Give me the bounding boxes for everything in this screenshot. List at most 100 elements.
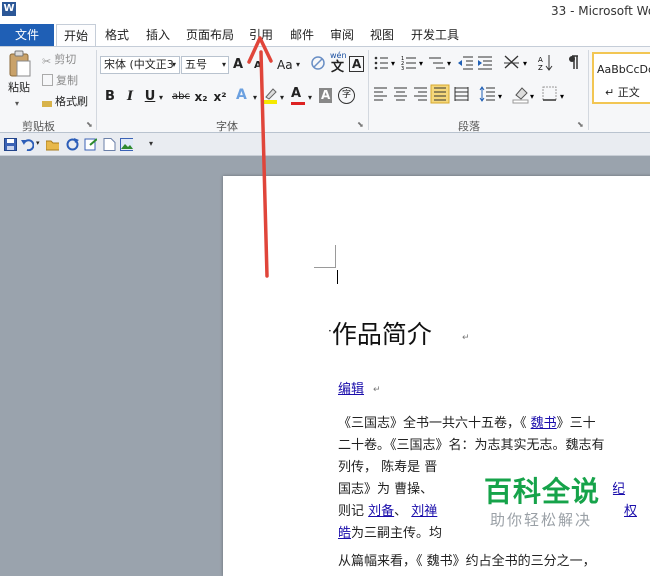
multilevel-dropdown-icon[interactable]: ▾ (447, 59, 451, 68)
text-run-tail[interactable]: 纪 (612, 479, 625, 501)
save-icon[interactable] (4, 138, 17, 151)
margin-crop-mark (335, 245, 336, 267)
enclose-icon: 字 (338, 87, 355, 104)
sort-icon[interactable]: AZ (538, 55, 553, 72)
text-run: 列传， 陈寿是 晋 (338, 460, 438, 475)
align-right-icon[interactable] (414, 87, 427, 101)
tab-file[interactable]: 文件 (0, 24, 54, 46)
paste-dropdown-icon[interactable]: ▾ (15, 96, 19, 112)
paragraph-controls: ▾ 123 ▾ ▾ ▾ AZ ▾ ▾ ▾ (374, 55, 578, 104)
text-run-tail[interactable]: 权 (624, 501, 637, 523)
tab-mailings[interactable]: 邮件 (290, 24, 314, 46)
char-border-button[interactable]: A (349, 56, 365, 72)
tab-home[interactable]: 开始 (56, 24, 96, 46)
shrink-font-button[interactable]: A (254, 58, 262, 74)
numbering-dropdown-icon[interactable]: ▾ (419, 59, 423, 68)
change-case-button[interactable]: Aa (277, 57, 293, 73)
text-effects-button[interactable]: A (236, 87, 247, 104)
decrease-indent-icon[interactable] (458, 56, 473, 70)
grow-font-button[interactable]: A (233, 57, 243, 73)
distributed-icon[interactable] (454, 87, 469, 101)
link-liubei[interactable]: 刘备 (368, 504, 394, 519)
print-preview-icon[interactable] (84, 138, 97, 151)
font-group-label: 字体 (216, 120, 238, 133)
font-size-dropdown-icon[interactable]: ▾ (222, 57, 226, 73)
clipboard-group-label: 剪贴板 (22, 120, 55, 133)
superscript-button[interactable]: x² (211, 88, 229, 106)
italic-button[interactable]: I (122, 88, 138, 106)
text-effects-icon: A (236, 87, 247, 103)
underline-dropdown-icon[interactable]: ▾ (159, 90, 163, 106)
font-launcher-icon[interactable]: ⬊ (357, 120, 364, 129)
paragraph-next: 从篇幅来看，《 魏书》约占全书的三分之一， (338, 554, 596, 569)
redo-icon[interactable] (66, 138, 79, 151)
justify-icon[interactable] (430, 84, 450, 104)
tab-format[interactable]: 格式 (105, 24, 129, 46)
watermark-subtitle: 助你轻松解决 (490, 511, 593, 529)
bullets-dropdown-icon[interactable]: ▾ (391, 59, 395, 68)
line-spacing-dropdown-icon[interactable]: ▾ (498, 92, 502, 101)
text-effects-dropdown-icon[interactable]: ▾ (253, 90, 257, 106)
paste-label[interactable]: 粘贴 (8, 80, 30, 96)
align-center-icon[interactable] (394, 87, 407, 101)
multilevel-list-icon[interactable] (429, 57, 445, 69)
clear-format-button[interactable] (310, 55, 326, 77)
underline-button[interactable]: U (142, 88, 158, 106)
tab-developer[interactable]: 开发工具 (411, 24, 459, 46)
paragraph-mark: ↵ (462, 333, 470, 343)
chinese-layout-icon[interactable] (504, 55, 519, 69)
enclose-char-button[interactable]: 字 (338, 86, 355, 104)
undo-dropdown-icon[interactable]: ▾ (36, 139, 40, 147)
strikethrough-button[interactable]: abc (170, 88, 192, 106)
copy-button[interactable]: 复制 (42, 73, 78, 89)
increase-indent-icon[interactable] (478, 56, 492, 70)
cut-button[interactable]: ✂ 剪切 (42, 52, 76, 68)
font-color-swatch (291, 102, 305, 105)
tab-review[interactable]: 审阅 (330, 24, 354, 46)
link-liushan[interactable]: 刘禅 (411, 504, 437, 519)
tab-page-layout[interactable]: 页面布局 (186, 24, 234, 46)
phonetic-guide-button[interactable]: 文 (331, 60, 344, 76)
change-case-dropdown-icon[interactable]: ▾ (296, 57, 300, 73)
quick-access-toolbar (0, 133, 650, 156)
word-logo-icon[interactable]: W (2, 2, 16, 16)
bullets-icon[interactable] (374, 56, 388, 70)
clipboard-launcher-icon[interactable]: ⬊ (86, 120, 93, 129)
highlight-button[interactable] (262, 86, 278, 109)
link-hao[interactable]: 皓 (338, 526, 351, 541)
font-color-button[interactable]: A (291, 86, 305, 105)
font-color-dropdown-icon[interactable]: ▾ (308, 90, 312, 106)
numbering-icon[interactable]: 123 (401, 56, 416, 72)
line-spacing-icon[interactable] (479, 86, 495, 102)
customize-qat-icon[interactable]: ▾ (149, 139, 153, 148)
borders-dropdown-icon[interactable]: ▾ (560, 92, 564, 101)
new-document-icon[interactable] (103, 138, 116, 151)
tab-insert[interactable]: 插入 (146, 24, 170, 46)
subscript-button[interactable]: x₂ (192, 88, 210, 106)
font-name-dropdown-icon[interactable]: ▾ (172, 57, 176, 73)
char-shading-button[interactable]: A (319, 88, 333, 103)
paste-button[interactable] (8, 50, 32, 78)
text-run: 二十卷。《三国志》名：为志其实无志。魏志有 (338, 438, 605, 453)
format-painter-button[interactable]: 格式刷 (42, 94, 88, 110)
highlight-dropdown-icon[interactable]: ▾ (280, 90, 284, 106)
edit-link[interactable]: 编辑 (338, 378, 364, 397)
align-left-icon[interactable] (374, 87, 387, 101)
shading-dropdown-icon[interactable]: ▾ (530, 92, 534, 101)
shading-icon[interactable] (512, 87, 529, 104)
undo-icon[interactable] (21, 138, 34, 151)
text-run: 《三国志》全书一共六十五卷，《 (338, 416, 531, 431)
open-folder-icon[interactable] (46, 138, 59, 151)
show-marks-icon[interactable] (569, 55, 578, 69)
tab-view[interactable]: 视图 (370, 24, 394, 46)
svg-text:Z: Z (538, 64, 543, 72)
borders-icon[interactable] (542, 86, 557, 101)
tab-references[interactable]: 引用 (249, 24, 273, 46)
bold-button[interactable]: B (102, 88, 118, 106)
chinese-layout-dropdown-icon[interactable]: ▾ (523, 59, 527, 68)
picture-icon[interactable] (120, 138, 133, 151)
paragraph-launcher-icon[interactable]: ⬊ (577, 120, 584, 129)
highlighter-icon (263, 88, 277, 104)
font-name-combo[interactable]: 宋体 (中文正3 (100, 56, 180, 74)
link-weishu[interactable]: 魏书 (531, 416, 557, 431)
